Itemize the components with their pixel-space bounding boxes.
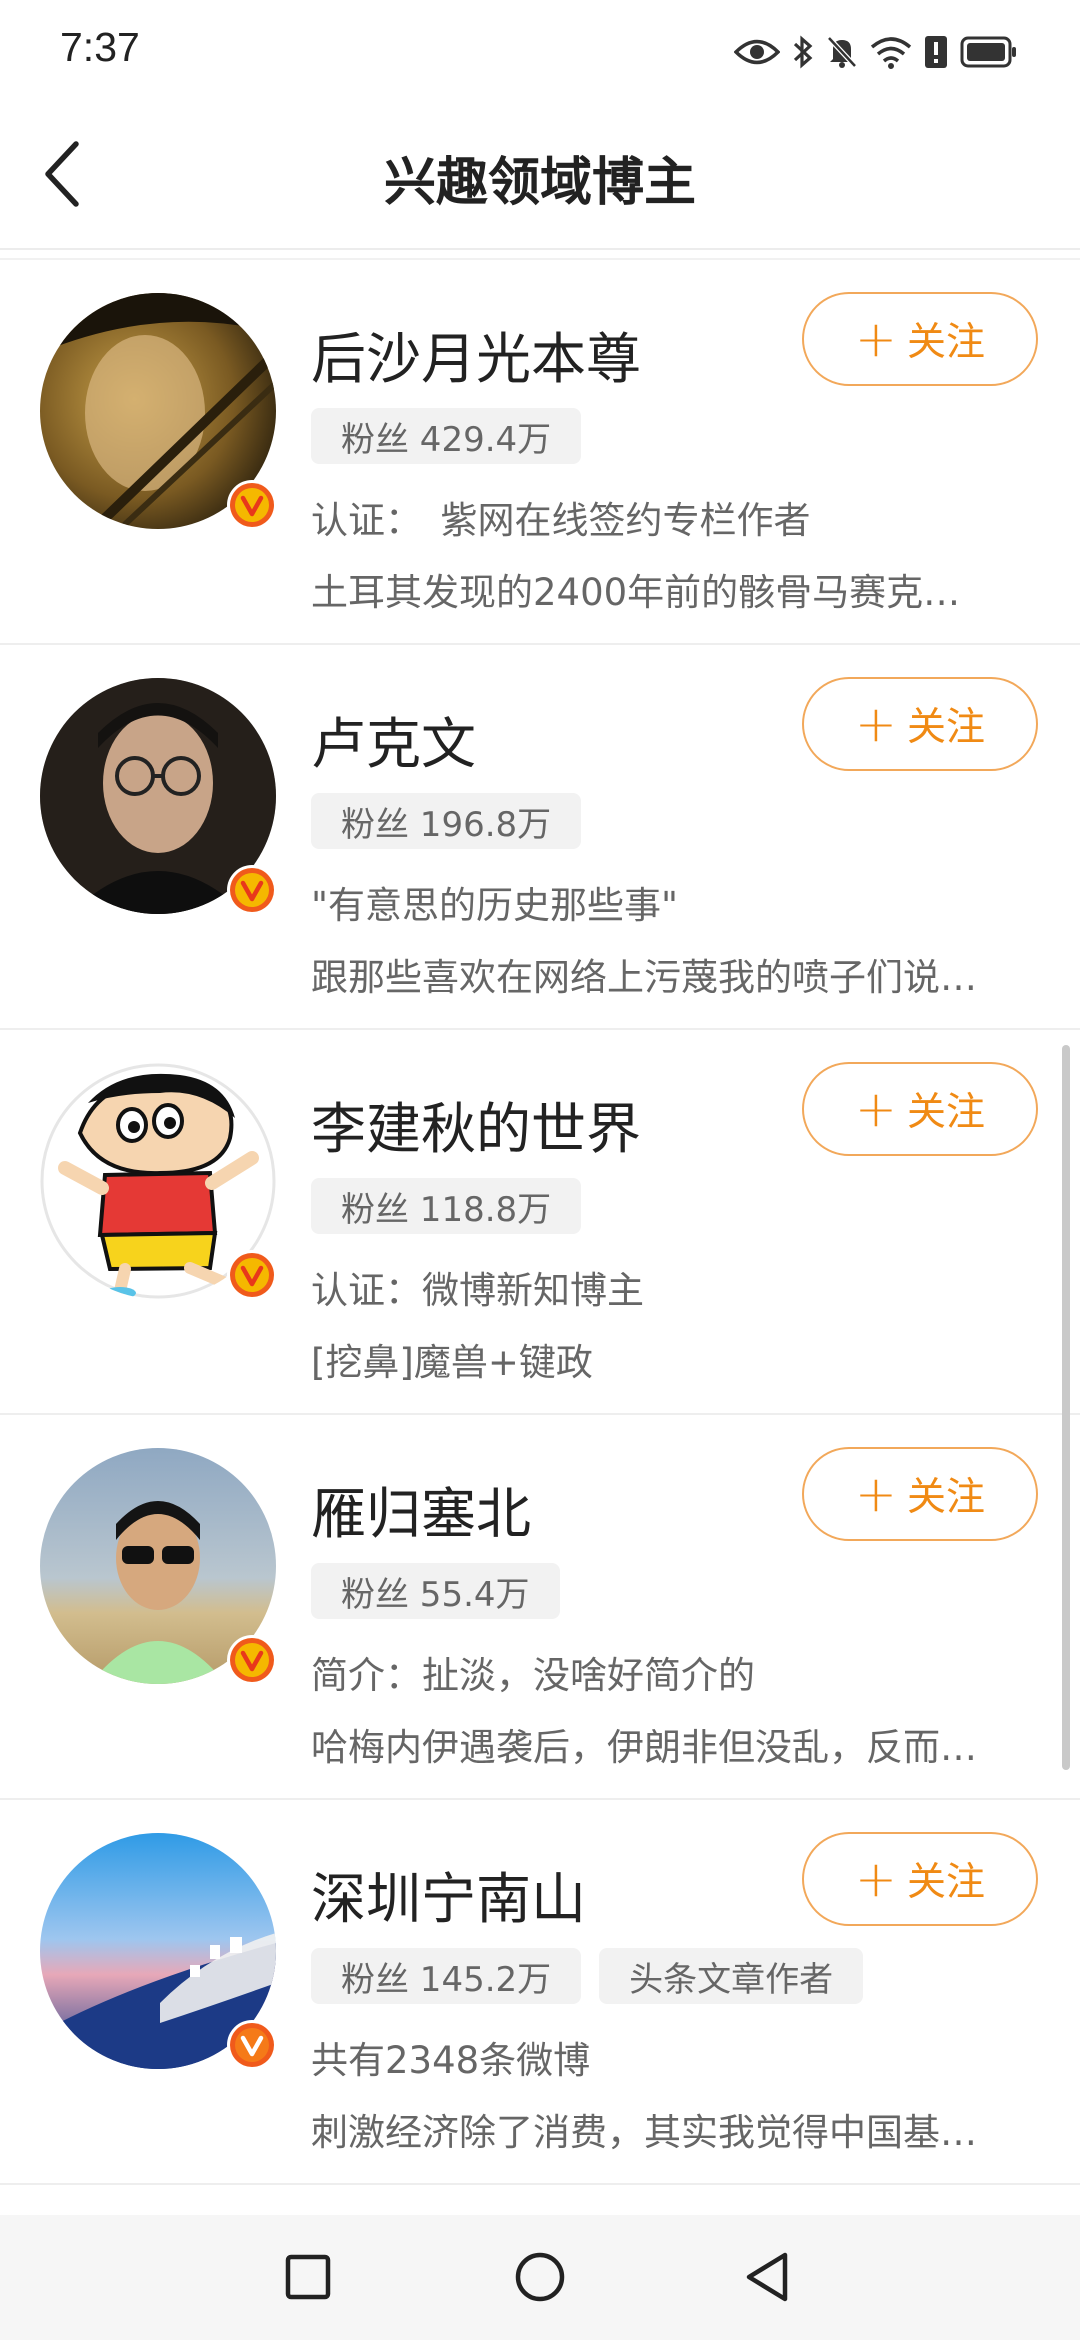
page-title: 兴趣领域博主 (383, 153, 696, 213)
followers-tag: 粉丝 196.8万 (311, 793, 582, 849)
plus-icon: + (855, 695, 897, 753)
plus-icon: + (855, 1080, 897, 1138)
follow-label: 关注 (906, 705, 985, 750)
mute-icon (826, 35, 858, 69)
plus-icon: + (855, 310, 897, 368)
plus-icon: + (855, 1465, 897, 1523)
blogger-item[interactable]: 雁归塞北 + 关注 粉丝 55.4万 简介：扯淡，没啥好简介的 哈梅内伊遇袭后，… (0, 1415, 1080, 1800)
wifi-icon (870, 35, 912, 69)
follow-label: 关注 (906, 1860, 985, 1905)
blogger-bio: 简介：扯淡，没啥好简介的 (311, 1654, 755, 1697)
blogger-item[interactable]: 卢克文 + 关注 粉丝 196.8万 "有意思的历史那些事" 跟那些喜欢在网络上… (0, 645, 1080, 1030)
verified-badge-icon (227, 480, 277, 530)
follow-label: 关注 (906, 320, 985, 365)
follow-label: 关注 (906, 1090, 985, 1135)
follow-button[interactable]: + 关注 (802, 1062, 1038, 1156)
blogger-name[interactable]: 李建秋的世界 (311, 1084, 641, 1164)
tag-row: 粉丝 55.4万 (311, 1563, 560, 1619)
blogger-item[interactable]: 李建秋的世界 + 关注 粉丝 118.8万 认证：微博新知博主 [挖鼻]魔兽+键… (0, 1030, 1080, 1415)
battery-icon (960, 36, 1018, 68)
bluetooth-icon (792, 34, 814, 70)
system-nav-bar (0, 2215, 1080, 2340)
followers-tag: 粉丝 55.4万 (311, 1563, 560, 1619)
back-nav-button[interactable] (736, 2245, 800, 2309)
follow-button[interactable]: + 关注 (802, 292, 1038, 386)
recent-apps-button[interactable] (276, 2245, 340, 2309)
header-divider (0, 248, 1080, 250)
tag-row: 粉丝 145.2万 头条文章作者 (311, 1948, 864, 2004)
follow-button[interactable]: + 关注 (802, 1832, 1038, 1926)
followers-tag: 粉丝 429.4万 (311, 408, 582, 464)
status-icons (734, 30, 1018, 74)
blogger-latest-post: 哈梅内伊遇袭后，伊朗非但没乱，反而… (311, 1726, 977, 1769)
recent-apps-icon (285, 2254, 331, 2300)
blogger-item[interactable]: 深圳宁南山 + 关注 粉丝 145.2万 头条文章作者 共有2348条微博 刺激… (0, 1800, 1080, 2185)
blogger-latest-post: 土耳其发现的2400年前的骸骨马赛克… (311, 571, 961, 614)
status-time: 7:37 (60, 24, 140, 70)
verified-badge-icon (227, 865, 277, 915)
home-button[interactable] (508, 2245, 572, 2309)
blogger-name[interactable]: 雁归塞北 (311, 1469, 531, 1549)
verified-badge-icon (227, 1635, 277, 1685)
avatar-wrapper[interactable] (40, 678, 277, 915)
tag-row: 粉丝 118.8万 (311, 1178, 582, 1234)
blogger-latest-post: 刺激经济除了消费，其实我觉得中国基… (311, 2111, 977, 2154)
eye-icon (734, 37, 780, 67)
scrollbar[interactable] (1062, 1045, 1070, 1770)
header: 兴趣领域博主 (0, 100, 1080, 250)
back-icon (746, 2252, 788, 2302)
avatar-wrapper[interactable] (40, 1833, 277, 2070)
sim-alert-icon (924, 35, 948, 69)
followers-tag: 粉丝 145.2万 (311, 1948, 582, 2004)
tag-row: 粉丝 429.4万 (311, 408, 582, 464)
blogger-list: 后沙月光本尊 + 关注 粉丝 429.4万 认证： 紫网在线签约专栏作者 土耳其… (0, 260, 1080, 2185)
home-icon (515, 2252, 565, 2302)
follow-button[interactable]: + 关注 (802, 1447, 1038, 1541)
status-bar: 7:37 (0, 0, 1080, 100)
follow-button[interactable]: + 关注 (802, 677, 1038, 771)
plus-icon: + (855, 1850, 897, 1908)
blogger-bio: "有意思的历史那些事" (311, 884, 679, 927)
blogger-name[interactable]: 深圳宁南山 (311, 1854, 586, 1934)
blogger-name[interactable]: 卢克文 (311, 699, 476, 779)
blogger-verification: 认证：微博新知博主 (311, 1269, 644, 1312)
avatar-wrapper[interactable] (40, 1448, 277, 1685)
follow-label: 关注 (906, 1475, 985, 1520)
avatar-wrapper[interactable] (40, 293, 277, 530)
followers-tag: 粉丝 118.8万 (311, 1178, 582, 1234)
avatar-wrapper[interactable] (40, 1063, 277, 1300)
blogger-latest-post: 跟那些喜欢在网络上污蔑我的喷子们说… (311, 956, 977, 999)
verified-badge-icon (227, 1250, 277, 1300)
blogger-verification: 认证： 紫网在线签约专栏作者 (311, 499, 811, 542)
blogger-item[interactable]: 后沙月光本尊 + 关注 粉丝 429.4万 认证： 紫网在线签约专栏作者 土耳其… (0, 260, 1080, 645)
tag-row: 粉丝 196.8万 (311, 793, 582, 849)
blogger-post-count: 共有2348条微博 (311, 2039, 591, 2082)
author-tag: 头条文章作者 (599, 1948, 864, 2004)
verified-badge-icon (227, 2020, 277, 2070)
blogger-latest-post: [挖鼻]魔兽+键政 (311, 1341, 593, 1384)
blogger-name[interactable]: 后沙月光本尊 (311, 314, 641, 394)
